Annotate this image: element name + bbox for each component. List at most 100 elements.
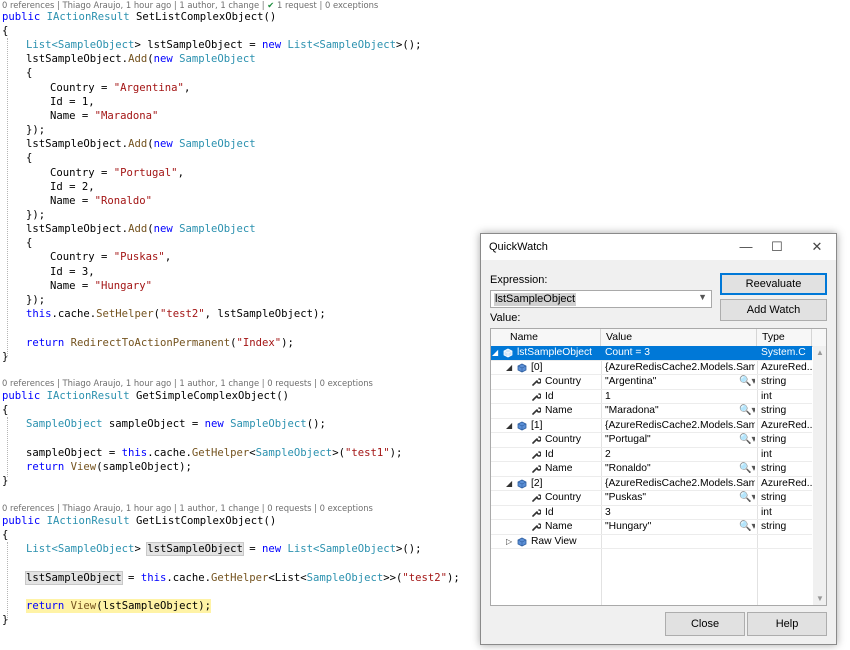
codelens-get-list[interactable]: 0 references | Thiago Araujo, 1 hour ago… — [2, 503, 373, 514]
watch-value[interactable]: 1 — [605, 390, 755, 404]
code-line: Id = 2, — [50, 181, 95, 193]
watch-type: int — [761, 390, 772, 402]
watch-type: int — [761, 448, 772, 460]
code-line: }); — [26, 209, 46, 221]
column-type[interactable]: Type — [757, 329, 812, 346]
expand-toggle-icon[interactable]: ▷ — [506, 535, 512, 549]
reference-highlight: lstSampleObject — [146, 542, 244, 556]
watch-row[interactable]: Country "Portugal" 🔍▾ string — [491, 433, 812, 448]
code-line: List<SampleObject> lstSampleObject = new… — [26, 39, 422, 51]
object-icon — [517, 479, 527, 488]
close-button[interactable]: Close — [665, 612, 745, 636]
title-bar[interactable]: QuickWatch — ☐ ✕ — [481, 234, 836, 260]
watch-row[interactable]: ◢ lstSampleObject Count = 3 System.C — [491, 346, 812, 361]
code-line: SampleObject sampleObject = new SampleOb… — [26, 418, 326, 430]
scroll-up-icon[interactable]: ▲ — [816, 348, 824, 357]
object-icon — [503, 348, 513, 358]
watch-row[interactable]: Country "Puskas" 🔍▾ string — [491, 491, 812, 506]
expand-toggle-icon[interactable]: ◢ — [506, 477, 512, 491]
check-icon: ✔ — [267, 0, 275, 10]
expression-combobox[interactable]: lstSampleObject ▼ — [490, 290, 712, 308]
text-visualizer-icon[interactable]: 🔍▾ — [739, 462, 755, 476]
code-line: Country = "Portugal", — [50, 167, 184, 179]
watch-value[interactable]: "Portugal" 🔍▾ — [605, 433, 755, 447]
maximize-button[interactable]: ☐ — [762, 234, 792, 260]
watch-row[interactable]: Id 2 int — [491, 448, 812, 462]
watch-value[interactable]: {AzureRedisCache2.Models.Samp... — [605, 361, 755, 375]
watch-row[interactable]: Country "Argentina" 🔍▾ string — [491, 375, 812, 390]
scroll-down-icon[interactable]: ▼ — [816, 594, 824, 603]
text-visualizer-icon[interactable]: 🔍▾ — [739, 375, 755, 389]
watch-value[interactable]: "Hungary" 🔍▾ — [605, 520, 755, 534]
watch-value[interactable]: "Ronaldo" 🔍▾ — [605, 462, 755, 476]
codelens-get-simple[interactable]: 0 references | Thiago Araujo, 1 hour ago… — [2, 378, 373, 389]
expand-toggle-icon[interactable]: ◢ — [492, 346, 498, 360]
code-line: Name = "Ronaldo" — [50, 195, 153, 207]
code-line: List<SampleObject> lstSampleObject = new… — [26, 542, 422, 556]
chevron-down-icon[interactable]: ▼ — [698, 292, 707, 302]
watch-type: string — [761, 376, 787, 387]
wrench-icon — [532, 465, 541, 473]
add-watch-button[interactable]: Add Watch — [720, 299, 827, 321]
watch-name: Raw View — [531, 535, 577, 547]
watch-name: lstSampleObject — [517, 347, 592, 358]
grid-header: Name Value Type — [491, 329, 826, 347]
code-line: Name = "Hungary" — [50, 280, 153, 292]
watch-row[interactable]: Name "Maradona" 🔍▾ string — [491, 404, 812, 419]
watch-row[interactable]: Id 3 int — [491, 506, 812, 520]
text-visualizer-icon[interactable]: 🔍▾ — [739, 404, 755, 418]
watch-row[interactable]: ◢ [1] {AzureRedisCache2.Models.Samp... Azur… — [491, 419, 812, 433]
watch-value[interactable]: {AzureRedisCache2.Models.Samp... — [605, 419, 755, 433]
indent-guide — [7, 417, 8, 477]
expand-toggle-icon[interactable]: ◢ — [506, 361, 512, 375]
text-visualizer-icon[interactable]: 🔍▾ — [739, 491, 755, 505]
watch-value[interactable]: 3 — [605, 506, 755, 520]
method-signature: public IActionResult GetListComplexObjec… — [2, 515, 277, 527]
watch-name: Country — [545, 492, 582, 503]
reevaluate-button[interactable]: Reevaluate — [720, 273, 827, 295]
quickwatch-dialog: QuickWatch — ☐ ✕ Expression: lstSampleOb… — [480, 233, 837, 645]
watch-type: string — [761, 434, 787, 445]
watch-row[interactable]: Name "Hungary" 🔍▾ string — [491, 520, 812, 535]
column-value[interactable]: Value — [601, 329, 757, 346]
watch-name: Country — [545, 376, 582, 387]
watch-type: AzureRed... — [761, 419, 812, 431]
watch-name: Name — [545, 405, 573, 416]
expand-toggle-icon[interactable]: ◢ — [506, 419, 512, 433]
watch-row[interactable]: Name "Ronaldo" 🔍▾ string — [491, 462, 812, 477]
watch-row[interactable]: ◢ [0] {AzureRedisCache2.Models.Samp... Azur… — [491, 361, 812, 375]
watch-name: Name — [545, 521, 573, 532]
watch-value[interactable]: "Argentina" 🔍▾ — [605, 375, 755, 389]
vertical-scrollbar[interactable]: ▲ ▼ — [813, 346, 826, 605]
watch-row[interactable]: ◢ [2] {AzureRedisCache2.Models.Samp... Azur… — [491, 477, 812, 491]
watch-value[interactable]: "Puskas" 🔍▾ — [605, 491, 755, 505]
watch-value[interactable]: 2 — [605, 448, 755, 462]
watch-value[interactable] — [605, 535, 755, 549]
code-line: lstSampleObject.Add(new SampleObject — [26, 53, 256, 65]
code-line: Name = "Maradona" — [50, 110, 159, 122]
watch-row[interactable]: ▷ Raw View — [491, 535, 812, 549]
watch-type: string — [761, 521, 787, 532]
watch-name: Name — [545, 463, 573, 474]
text-visualizer-icon[interactable]: 🔍▾ — [739, 433, 755, 447]
column-name[interactable]: Name — [505, 329, 601, 346]
help-button[interactable]: Help — [747, 612, 827, 636]
watch-value[interactable]: Count = 3 — [605, 346, 755, 360]
code-line: { — [2, 529, 9, 541]
watch-grid[interactable]: Name Value Type ◢ lstSampleObject Count = … — [490, 328, 827, 606]
code-line: { — [2, 25, 9, 37]
code-line: Country = "Argentina", — [50, 82, 191, 94]
text-visualizer-icon[interactable]: 🔍▾ — [739, 520, 755, 534]
object-icon — [517, 421, 527, 430]
watch-type: AzureRed... — [761, 477, 812, 489]
code-line: return RedirectToActionPermanent("Index"… — [26, 337, 294, 349]
watch-value[interactable]: {AzureRedisCache2.Models.Samp... — [605, 477, 755, 491]
watch-value[interactable]: "Maradona" 🔍▾ — [605, 404, 755, 418]
watch-row[interactable]: Id 1 int — [491, 390, 812, 404]
minimize-button[interactable]: — — [731, 234, 761, 260]
reference-highlight: lstSampleObject — [25, 571, 123, 585]
method-signature: public IActionResult SetListComplexObjec… — [2, 11, 277, 23]
expression-value[interactable]: lstSampleObject — [494, 293, 577, 306]
close-window-button[interactable]: ✕ — [802, 234, 832, 260]
watch-name: [1] — [531, 419, 543, 431]
